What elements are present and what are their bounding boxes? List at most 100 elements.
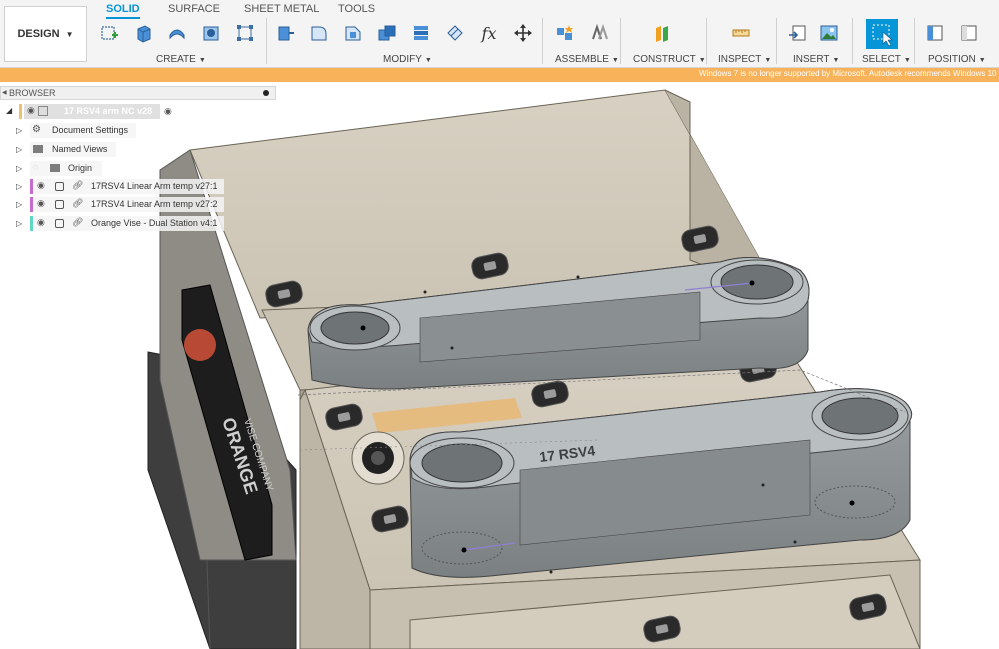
- expand-icon[interactable]: ◢: [6, 106, 12, 115]
- new-component-icon[interactable]: [554, 22, 576, 44]
- browser-item-named-views[interactable]: ▷ Named Views: [0, 142, 200, 158]
- tab-surface[interactable]: SURFACE: [168, 3, 220, 15]
- measure-icon[interactable]: [730, 22, 752, 44]
- construct-label: CONSTRUCT: [633, 54, 696, 65]
- construct-menu[interactable]: CONSTRUCT ▼: [633, 54, 706, 65]
- browser-panel-header[interactable]: ◀ BROWSER: [0, 86, 276, 100]
- workspace-label: DESIGN: [17, 28, 60, 40]
- revert-position-icon[interactable]: [958, 22, 980, 44]
- modify-menu[interactable]: MODIFY ▼: [383, 54, 432, 65]
- modify-label: MODIFY: [383, 54, 422, 65]
- insert-image-icon[interactable]: [818, 22, 840, 44]
- expand-icon[interactable]: ▷: [16, 126, 22, 135]
- component-icon: [55, 200, 64, 209]
- arm-1-chip[interactable]: ◉ 🔗︎ 17RSV4 Linear Arm temp v27:1: [34, 179, 224, 194]
- component-icon: [55, 219, 64, 228]
- select-menu[interactable]: SELECT ▼: [862, 54, 911, 65]
- component-icon: [55, 182, 64, 191]
- item-label: 17RSV4 Linear Arm temp v27:1: [91, 181, 218, 191]
- expand-icon[interactable]: ▷: [16, 219, 22, 228]
- fillet-icon[interactable]: [308, 22, 330, 44]
- expand-icon[interactable]: ▷: [16, 200, 22, 209]
- browser-item-origin[interactable]: ▷ ◌ Origin: [0, 161, 200, 177]
- browser-item-orange-vise[interactable]: ▷ ◉ 🔗︎ Orange Vise - Dual Station v4:1: [0, 216, 230, 232]
- component-color-bar: [30, 179, 33, 194]
- eye-icon[interactable]: ◉: [37, 180, 45, 191]
- eye-icon[interactable]: ◉: [37, 217, 45, 228]
- assemble-menu[interactable]: ASSEMBLE ▼: [555, 54, 619, 65]
- root-chip[interactable]: ◉ 17 RSV4 arm NC v28: [24, 104, 160, 119]
- browser-root-row[interactable]: ◢ ◉ 17 RSV4 arm NC v28 ◉: [0, 104, 200, 120]
- browser-item-document-settings[interactable]: ▷ ⚙ Document Settings: [0, 123, 200, 139]
- item-label: Named Views: [52, 144, 108, 154]
- create-menu[interactable]: CREATE ▼: [156, 54, 206, 65]
- named-views-chip[interactable]: Named Views: [30, 142, 116, 157]
- position-menu[interactable]: POSITION ▼: [928, 54, 986, 65]
- group-divider: [706, 18, 707, 64]
- group-divider: [852, 18, 853, 64]
- combine-icon[interactable]: [410, 22, 432, 44]
- browser-title: BROWSER: [9, 88, 56, 98]
- inspect-label: INSPECT: [718, 54, 762, 65]
- eye-icon[interactable]: ◉: [27, 105, 35, 116]
- browser-item-arm-1[interactable]: ▷ ◉ 🔗︎ 17RSV4 Linear Arm temp v27:1: [0, 179, 230, 195]
- collapse-icon[interactable]: ◀: [2, 89, 7, 96]
- offset-plane-icon[interactable]: [652, 22, 674, 44]
- chevron-down-icon: ▼: [764, 57, 772, 64]
- link-icon: 🔗︎: [72, 198, 84, 208]
- shell-icon[interactable]: [376, 22, 398, 44]
- capture-position-icon[interactable]: [924, 22, 946, 44]
- extrude-icon[interactable]: [132, 22, 154, 44]
- pin-icon[interactable]: [263, 90, 269, 96]
- orange-vise-chip[interactable]: ◉ 🔗︎ Orange Vise - Dual Station v4:1: [34, 216, 224, 231]
- chevron-down-icon: ▼: [903, 57, 911, 64]
- chevron-down-icon: ▼: [424, 57, 432, 64]
- tab-sheet-metal[interactable]: SHEET METAL: [244, 3, 319, 15]
- expand-icon[interactable]: ▷: [16, 164, 22, 173]
- joint-icon[interactable]: [588, 22, 610, 44]
- folder-icon: [33, 145, 43, 153]
- revolve-icon[interactable]: [166, 22, 188, 44]
- insert-derive-icon[interactable]: [786, 22, 808, 44]
- os-warning-banner: Windows 7 is no longer supported by Micr…: [0, 68, 999, 82]
- document-settings-chip[interactable]: ⚙ Document Settings: [30, 123, 136, 138]
- arm-2-chip[interactable]: ◉ 🔗︎ 17RSV4 Linear Arm temp v27:2: [34, 197, 224, 212]
- origin-chip[interactable]: ◌ Origin: [30, 161, 102, 176]
- toolbar: DESIGN ▼ SOLID SURFACE SHEET METAL TOOLS…: [0, 0, 999, 68]
- assemble-label: ASSEMBLE: [555, 54, 609, 65]
- eye-hidden-icon[interactable]: ◌: [33, 162, 38, 172]
- chamfer-icon[interactable]: [342, 22, 364, 44]
- tab-tools[interactable]: TOOLS: [338, 3, 375, 15]
- component-color-bar: [30, 197, 33, 212]
- warning-text: Windows 7 is no longer supported by Micr…: [699, 69, 999, 78]
- activate-radio-icon[interactable]: ◉: [164, 106, 172, 117]
- eye-icon[interactable]: ◉: [37, 198, 45, 209]
- gear-icon: ⚙: [32, 124, 41, 135]
- select-icon: [872, 24, 893, 47]
- chevron-down-icon: ▼: [832, 57, 840, 64]
- insert-label: INSERT: [793, 54, 830, 65]
- chevron-down-icon: ▼: [611, 57, 619, 64]
- item-label: Orange Vise - Dual Station v4:1: [91, 218, 218, 228]
- tab-solid[interactable]: SOLID: [106, 3, 140, 19]
- chevron-down-icon: ▼: [65, 29, 74, 39]
- new-sketch-icon[interactable]: [98, 22, 120, 44]
- insert-menu[interactable]: INSERT ▼: [793, 54, 839, 65]
- hole-icon[interactable]: [200, 22, 222, 44]
- move-icon[interactable]: [512, 22, 534, 44]
- appearance-icon[interactable]: [444, 22, 466, 44]
- press-pull-icon[interactable]: [274, 22, 296, 44]
- browser-item-arm-2[interactable]: ▷ ◉ 🔗︎ 17RSV4 Linear Arm temp v27:2: [0, 197, 230, 213]
- root-label: 17 RSV4 arm NC v28: [64, 106, 153, 116]
- group-divider: [620, 18, 621, 64]
- inspect-menu[interactable]: INSPECT ▼: [718, 54, 771, 65]
- parameters-icon[interactable]: fx: [478, 22, 500, 44]
- expand-icon[interactable]: ▷: [16, 182, 22, 191]
- group-divider: [542, 18, 543, 64]
- expand-icon[interactable]: ▷: [16, 145, 22, 154]
- group-divider: [266, 18, 267, 64]
- select-button[interactable]: [866, 19, 898, 49]
- box-select-icon[interactable]: [234, 22, 256, 44]
- workspace-switcher[interactable]: DESIGN ▼: [4, 6, 87, 62]
- component-icon: [38, 106, 48, 116]
